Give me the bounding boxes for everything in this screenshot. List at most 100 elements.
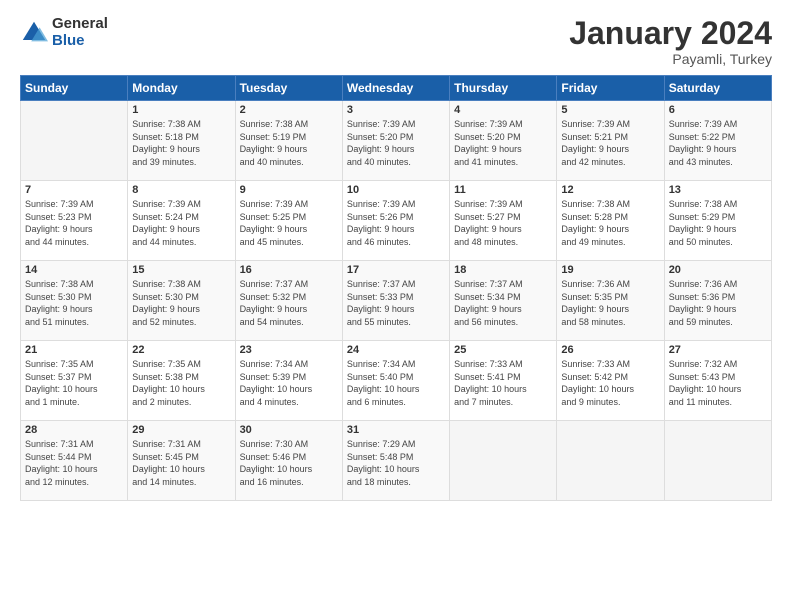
cell-content: Sunrise: 7:37 AM Sunset: 5:34 PM Dayligh… xyxy=(454,278,552,328)
logo-general-text: General xyxy=(52,16,108,33)
cell-content: Sunrise: 7:31 AM Sunset: 5:45 PM Dayligh… xyxy=(132,438,230,488)
cell-content: Sunrise: 7:39 AM Sunset: 5:22 PM Dayligh… xyxy=(669,118,767,168)
calendar-week-5: 28Sunrise: 7:31 AM Sunset: 5:44 PM Dayli… xyxy=(21,421,772,501)
calendar-cell: 15 Sunrise: 7:38 AM Sunset: 5:30 PM Dayli… xyxy=(128,261,235,341)
calendar-cell: 7 Sunrise: 7:39 AM Sunset: 5:23 PM Daylig… xyxy=(21,181,128,261)
cell-content: Sunrise: 7:35 AM Sunset: 5:37 PM Dayligh… xyxy=(25,358,123,408)
day-number: 31 xyxy=(347,424,445,436)
calendar-cell: 2Sunrise: 7:38 AM Sunset: 5:19 PM Daylig… xyxy=(235,101,342,181)
calendar-cell xyxy=(21,101,128,181)
day-number: 7 xyxy=(25,184,123,196)
cell-content: Sunrise: 7:38 AM Sunset: 5:28 PM Dayligh… xyxy=(561,198,659,248)
calendar-cell: 14 Sunrise: 7:38 AM Sunset: 5:30 PM Dayli… xyxy=(21,261,128,341)
cell-content: Sunrise: 7:39 AM Sunset: 5:25 PM Dayligh… xyxy=(240,198,338,248)
calendar-week-3: 14 Sunrise: 7:38 AM Sunset: 5:30 PM Dayli… xyxy=(21,261,772,341)
calendar-cell: 16Sunrise: 7:37 AM Sunset: 5:32 PM Dayli… xyxy=(235,261,342,341)
cell-content: Sunrise: 7:39 AM Sunset: 5:26 PM Dayligh… xyxy=(347,198,445,248)
calendar-cell: 20 Sunrise: 7:36 AM Sunset: 5:36 PM Dayli… xyxy=(664,261,771,341)
day-number: 9 xyxy=(240,184,338,196)
day-number: 17 xyxy=(347,264,445,276)
day-number: 30 xyxy=(240,424,338,436)
logo-text: General Blue xyxy=(52,16,108,49)
day-number: 20 xyxy=(669,264,767,276)
day-number: 24 xyxy=(347,344,445,356)
day-number: 8 xyxy=(132,184,230,196)
calendar-cell: 6 Sunrise: 7:39 AM Sunset: 5:22 PM Daylig… xyxy=(664,101,771,181)
calendar-cell: 10 Sunrise: 7:39 AM Sunset: 5:26 PM Dayli… xyxy=(342,181,449,261)
calendar-cell: 18Sunrise: 7:37 AM Sunset: 5:34 PM Dayli… xyxy=(450,261,557,341)
header-day-wednesday: Wednesday xyxy=(342,76,449,101)
cell-content: Sunrise: 7:35 AM Sunset: 5:38 PM Dayligh… xyxy=(132,358,230,408)
day-number: 2 xyxy=(240,104,338,116)
cell-content: Sunrise: 7:38 AM Sunset: 5:30 PM Dayligh… xyxy=(132,278,230,328)
day-number: 12 xyxy=(561,184,659,196)
header-day-friday: Friday xyxy=(557,76,664,101)
calendar-week-4: 21 Sunrise: 7:35 AM Sunset: 5:37 PM Dayli… xyxy=(21,341,772,421)
cell-content: Sunrise: 7:39 AM Sunset: 5:20 PM Dayligh… xyxy=(347,118,445,168)
day-number: 22 xyxy=(132,344,230,356)
calendar-week-2: 7 Sunrise: 7:39 AM Sunset: 5:23 PM Daylig… xyxy=(21,181,772,261)
day-number: 27 xyxy=(669,344,767,356)
calendar-cell xyxy=(664,421,771,501)
day-number: 23 xyxy=(240,344,338,356)
cell-content: Sunrise: 7:31 AM Sunset: 5:44 PM Dayligh… xyxy=(25,438,123,488)
calendar-cell: 21 Sunrise: 7:35 AM Sunset: 5:37 PM Dayli… xyxy=(21,341,128,421)
calendar-cell: 11Sunrise: 7:39 AM Sunset: 5:27 PM Dayli… xyxy=(450,181,557,261)
day-number: 10 xyxy=(347,184,445,196)
calendar-header: SundayMondayTuesdayWednesdayThursdayFrid… xyxy=(21,76,772,101)
cell-content: Sunrise: 7:39 AM Sunset: 5:24 PM Dayligh… xyxy=(132,198,230,248)
calendar-cell: 23Sunrise: 7:34 AM Sunset: 5:39 PM Dayli… xyxy=(235,341,342,421)
cell-content: Sunrise: 7:34 AM Sunset: 5:40 PM Dayligh… xyxy=(347,358,445,408)
header-row: General Blue January 2024 Payamli, Turke… xyxy=(20,16,772,67)
calendar-cell xyxy=(450,421,557,501)
calendar-cell: 17 Sunrise: 7:37 AM Sunset: 5:33 PM Dayli… xyxy=(342,261,449,341)
calendar-cell: 3 Sunrise: 7:39 AM Sunset: 5:20 PM Daylig… xyxy=(342,101,449,181)
day-number: 3 xyxy=(347,104,445,116)
header-day-monday: Monday xyxy=(128,76,235,101)
cell-content: Sunrise: 7:39 AM Sunset: 5:21 PM Dayligh… xyxy=(561,118,659,168)
calendar-cell: 5 Sunrise: 7:39 AM Sunset: 5:21 PM Daylig… xyxy=(557,101,664,181)
location-subtitle: Payamli, Turkey xyxy=(569,51,772,67)
calendar-cell: 26Sunrise: 7:33 AM Sunset: 5:42 PM Dayli… xyxy=(557,341,664,421)
day-number: 15 xyxy=(132,264,230,276)
day-number: 4 xyxy=(454,104,552,116)
calendar-cell: 8 Sunrise: 7:39 AM Sunset: 5:24 PM Daylig… xyxy=(128,181,235,261)
cell-content: Sunrise: 7:39 AM Sunset: 5:20 PM Dayligh… xyxy=(454,118,552,168)
cell-content: Sunrise: 7:37 AM Sunset: 5:33 PM Dayligh… xyxy=(347,278,445,328)
logo-icon xyxy=(20,19,48,47)
cell-content: Sunrise: 7:38 AM Sunset: 5:30 PM Dayligh… xyxy=(25,278,123,328)
calendar-cell: 29Sunrise: 7:31 AM Sunset: 5:45 PM Dayli… xyxy=(128,421,235,501)
day-number: 21 xyxy=(25,344,123,356)
calendar-cell: 25 Sunrise: 7:33 AM Sunset: 5:41 PM Dayli… xyxy=(450,341,557,421)
cell-content: Sunrise: 7:32 AM Sunset: 5:43 PM Dayligh… xyxy=(669,358,767,408)
cell-content: Sunrise: 7:39 AM Sunset: 5:27 PM Dayligh… xyxy=(454,198,552,248)
header-day-thursday: Thursday xyxy=(450,76,557,101)
day-number: 1 xyxy=(132,104,230,116)
calendar-cell: 24 Sunrise: 7:34 AM Sunset: 5:40 PM Dayli… xyxy=(342,341,449,421)
cell-content: Sunrise: 7:36 AM Sunset: 5:36 PM Dayligh… xyxy=(669,278,767,328)
cell-content: Sunrise: 7:33 AM Sunset: 5:41 PM Dayligh… xyxy=(454,358,552,408)
calendar-cell: 27 Sunrise: 7:32 AM Sunset: 5:43 PM Dayli… xyxy=(664,341,771,421)
day-number: 14 xyxy=(25,264,123,276)
month-title: January 2024 xyxy=(569,16,772,51)
logo: General Blue xyxy=(20,16,108,49)
cell-content: Sunrise: 7:36 AM Sunset: 5:35 PM Dayligh… xyxy=(561,278,659,328)
cell-content: Sunrise: 7:39 AM Sunset: 5:23 PM Dayligh… xyxy=(25,198,123,248)
day-number: 25 xyxy=(454,344,552,356)
cell-content: Sunrise: 7:33 AM Sunset: 5:42 PM Dayligh… xyxy=(561,358,659,408)
day-number: 13 xyxy=(669,184,767,196)
calendar-cell: 1Sunrise: 7:38 AM Sunset: 5:18 PM Daylig… xyxy=(128,101,235,181)
header-day-tuesday: Tuesday xyxy=(235,76,342,101)
title-block: January 2024 Payamli, Turkey xyxy=(569,16,772,67)
day-number: 5 xyxy=(561,104,659,116)
calendar-cell: 12 Sunrise: 7:38 AM Sunset: 5:28 PM Dayli… xyxy=(557,181,664,261)
header-day-saturday: Saturday xyxy=(664,76,771,101)
day-number: 19 xyxy=(561,264,659,276)
header-row-days: SundayMondayTuesdayWednesdayThursdayFrid… xyxy=(21,76,772,101)
calendar-cell: 31 Sunrise: 7:29 AM Sunset: 5:48 PM Dayli… xyxy=(342,421,449,501)
day-number: 6 xyxy=(669,104,767,116)
header-day-sunday: Sunday xyxy=(21,76,128,101)
calendar-cell: 30Sunrise: 7:30 AM Sunset: 5:46 PM Dayli… xyxy=(235,421,342,501)
calendar-cell: 22 Sunrise: 7:35 AM Sunset: 5:38 PM Dayli… xyxy=(128,341,235,421)
cell-content: Sunrise: 7:29 AM Sunset: 5:48 PM Dayligh… xyxy=(347,438,445,488)
